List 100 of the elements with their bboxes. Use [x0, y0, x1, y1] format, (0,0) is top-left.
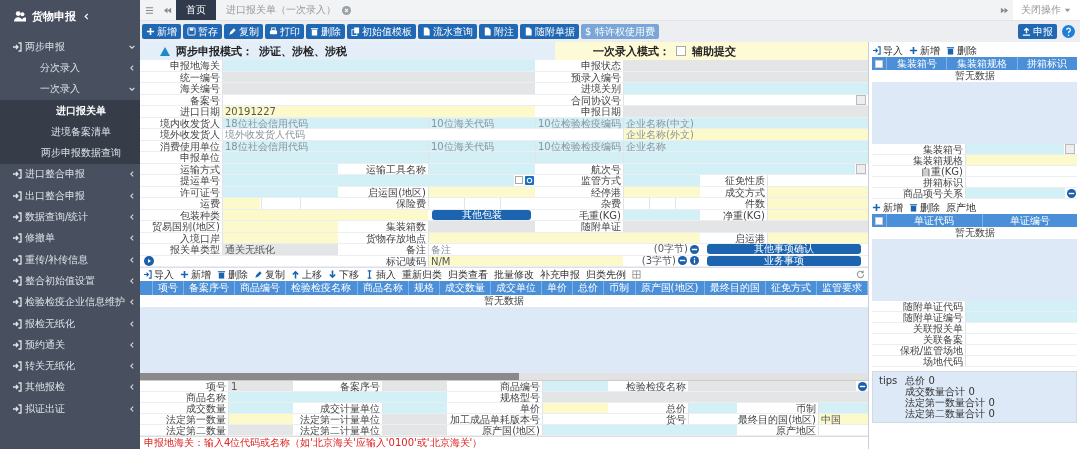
input-field[interactable]: 20191227	[222, 106, 535, 117]
toolbar-button[interactable]: 流水查询	[418, 24, 477, 39]
toolbar-link[interactable]: 补充申报	[540, 267, 580, 282]
toolbar-link[interactable]: 新增	[180, 267, 211, 282]
input-field[interactable]	[623, 71, 868, 82]
input-field[interactable]: 通关无纸化	[222, 244, 338, 255]
input-field[interactable]	[228, 414, 293, 424]
toolbar-link[interactable]: 导入	[143, 267, 174, 282]
input-field[interactable]	[965, 188, 1065, 198]
sidebar-item[interactable]: 拟证出证	[0, 398, 140, 420]
input-field[interactable]	[623, 186, 700, 197]
input-field[interactable]	[382, 414, 447, 424]
input-field[interactable]	[767, 209, 868, 220]
toolbar-link[interactable]: 新增	[909, 43, 940, 58]
checkbox[interactable]	[875, 59, 883, 68]
input-field[interactable]	[222, 71, 535, 82]
scrollbar[interactable]	[140, 373, 868, 380]
toolbar-button[interactable]: 复制	[224, 24, 263, 39]
input-field[interactable]	[965, 312, 1077, 322]
sidebar-item[interactable]: 分次录入	[0, 57, 140, 79]
toolbar-button[interactable]: 新增	[142, 24, 181, 39]
input-field[interactable]	[818, 403, 868, 413]
input-field[interactable]	[623, 152, 868, 163]
input-field[interactable]	[382, 381, 447, 391]
checkbox[interactable]	[676, 46, 686, 56]
sidebar-item[interactable]: 数据查询/统计	[0, 206, 140, 228]
checkbox[interactable]	[515, 176, 523, 185]
input-field[interactable]	[623, 83, 868, 94]
toolbar-link[interactable]: 上移	[291, 267, 322, 282]
sidebar-item[interactable]: 进口报关单	[0, 99, 140, 122]
input-field[interactable]	[428, 186, 535, 197]
input-field[interactable]	[623, 221, 868, 232]
toolbar-button[interactable]: 暂存	[183, 24, 222, 39]
toolbar-link[interactable]: 原产地	[946, 200, 976, 215]
tab[interactable]: 首页	[176, 0, 216, 20]
action-button[interactable]: 业务事项	[706, 255, 862, 266]
input-field[interactable]	[688, 381, 856, 391]
sidebar-header[interactable]: 货物申报	[0, 0, 140, 32]
sidebar-item[interactable]: 重传/补传信息	[0, 248, 140, 271]
input-field[interactable]: 中国	[818, 414, 868, 424]
input-field[interactable]	[428, 163, 535, 174]
toolbar-button[interactable]: 附注	[479, 24, 518, 39]
input-field[interactable]	[623, 60, 868, 71]
input-field[interactable]	[222, 209, 428, 220]
toolbar-link[interactable]: 删除	[946, 43, 977, 58]
input-field[interactable]	[428, 152, 535, 163]
input-field[interactable]	[382, 425, 447, 435]
input-field[interactable]	[222, 163, 338, 174]
input-field[interactable]	[965, 301, 1077, 311]
toolbar-link[interactable]: 复制	[254, 267, 285, 282]
sidebar-item[interactable]: 其他报检	[0, 376, 140, 399]
sidebar-item[interactable]: 两步申报数据查询	[0, 142, 140, 164]
input-field[interactable]	[222, 221, 338, 232]
toolbar-link[interactable]: 删除	[909, 200, 940, 215]
toolbar-link[interactable]: 删除	[217, 267, 248, 282]
sidebar-item[interactable]: 进口整合申报	[0, 163, 140, 186]
input-field[interactable]	[222, 175, 514, 186]
toolbar-button[interactable]: 打印	[265, 24, 304, 39]
toolbar-link[interactable]: 归类查看	[448, 267, 488, 282]
input-field[interactable]	[623, 106, 868, 117]
toolbar-button[interactable]: 删除	[306, 24, 345, 39]
input-field[interactable]	[228, 403, 293, 413]
input-field[interactable]	[623, 209, 700, 220]
picker-button[interactable]	[856, 163, 866, 174]
input-field[interactable]	[767, 186, 868, 197]
input-field[interactable]	[228, 425, 293, 435]
input-field[interactable]	[542, 381, 608, 391]
toolbar-link[interactable]: 导入	[872, 43, 903, 58]
sidebar-item[interactable]: 修撤单	[0, 227, 140, 249]
picker-button[interactable]	[856, 94, 866, 105]
sidebar-item[interactable]: 一次录入	[0, 78, 140, 100]
input-field[interactable]	[767, 198, 868, 209]
input-field[interactable]	[222, 232, 338, 243]
toolbar-link[interactable]: 新增	[872, 200, 903, 215]
checkbox[interactable]	[875, 216, 883, 225]
input-field[interactable]	[222, 152, 428, 163]
toolbar-link[interactable]: 归类先例	[586, 267, 626, 282]
input-field[interactable]	[428, 221, 535, 232]
input-field[interactable]	[535, 152, 623, 163]
toolbar-link[interactable]: 批量修改	[494, 267, 534, 282]
input-field[interactable]	[222, 83, 535, 94]
sidebar-item[interactable]: 两步申报	[0, 36, 140, 58]
input-field[interactable]	[228, 392, 447, 402]
input-field[interactable]	[222, 60, 535, 71]
input-field[interactable]	[542, 425, 737, 435]
input-field[interactable]	[965, 155, 1077, 165]
toolbar-link[interactable]: 插入	[365, 267, 396, 282]
toolbar-button[interactable]: 初始值模板	[347, 24, 416, 39]
input-field[interactable]	[222, 186, 338, 197]
input-field[interactable]	[382, 403, 447, 413]
sidebar-item[interactable]: 出口整合申报	[0, 185, 140, 207]
input-field[interactable]	[688, 403, 737, 413]
input-field[interactable]	[623, 163, 855, 174]
input-field[interactable]	[222, 198, 260, 209]
sidebar-item[interactable]: 报检无纸化	[0, 312, 140, 335]
input-field[interactable]	[542, 403, 608, 413]
action-button[interactable]: 其他包装	[432, 209, 531, 220]
toolbar-button[interactable]: 随附单据	[520, 24, 579, 39]
sidebar-item[interactable]: 预约通关	[0, 334, 140, 356]
input-field[interactable]	[767, 232, 868, 243]
